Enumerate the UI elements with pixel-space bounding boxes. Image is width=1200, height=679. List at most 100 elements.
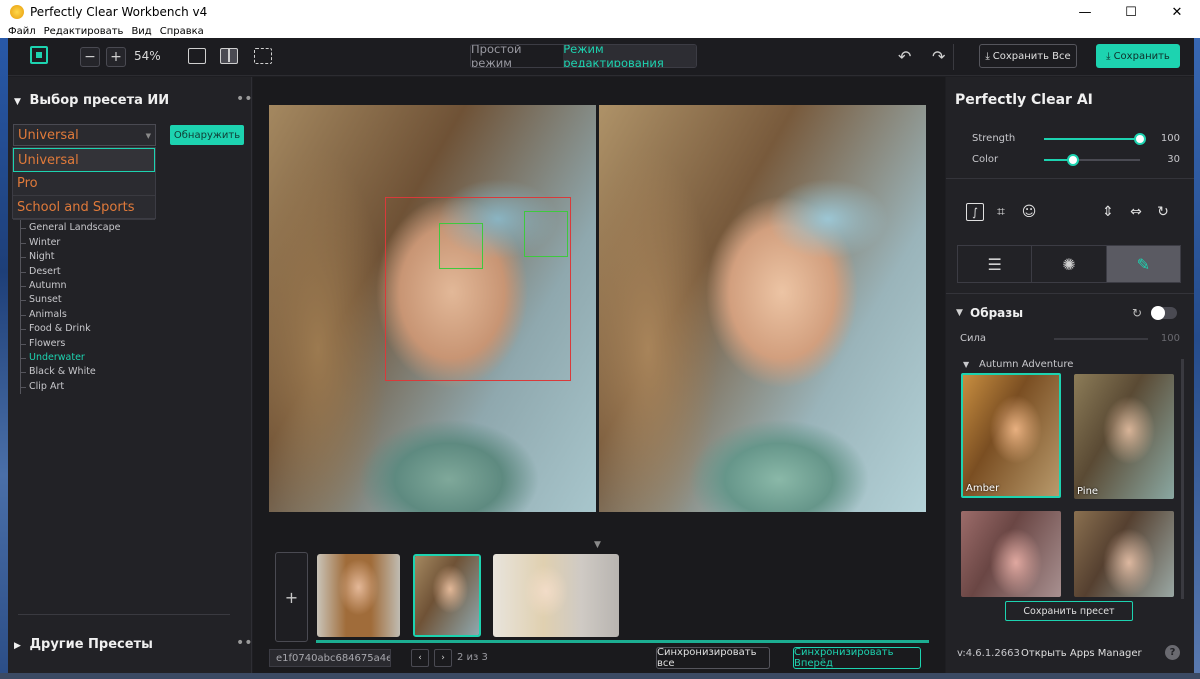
zoom-out-button[interactable]: −	[80, 47, 100, 67]
close-button[interactable]: ✕	[1154, 0, 1200, 24]
ai-preset-select[interactable]: Universal ▼	[13, 124, 156, 146]
category-item[interactable]: Flowers	[21, 337, 240, 351]
category-item-active[interactable]: Underwater	[21, 351, 240, 365]
look-thumbnail[interactable]	[961, 511, 1061, 597]
looks-toggle[interactable]	[1151, 306, 1177, 320]
reset-icon[interactable]: ↻	[1132, 306, 1142, 320]
collapse-caret-icon[interactable]: ▼	[956, 308, 963, 318]
flip-vertical-icon[interactable]: ⇕	[1099, 203, 1117, 221]
zoom-level: 54%	[134, 49, 161, 63]
help-icon[interactable]: ?	[1165, 645, 1180, 660]
simple-mode-tab[interactable]: Простой режим	[471, 45, 564, 67]
color-label: Color	[972, 154, 999, 165]
category-item[interactable]: General Landscape	[21, 221, 240, 235]
next-image-button[interactable]: ›	[434, 649, 452, 667]
category-item[interactable]: Black & White	[21, 365, 240, 379]
category-item[interactable]: Food & Drink	[21, 322, 240, 336]
after-image[interactable]	[599, 105, 926, 512]
category-item[interactable]: Desert	[21, 265, 240, 279]
look-thumbnail-amber[interactable]: Amber	[961, 373, 1061, 498]
file-name-select[interactable]: e1f0740abc684675a4e	[269, 649, 391, 667]
portrait-photo-after	[599, 105, 926, 512]
menu-edit[interactable]: Редактировать	[44, 26, 124, 37]
save-preset-button[interactable]: Сохранить пресет	[1005, 601, 1133, 621]
eye-detection-box	[439, 223, 483, 269]
window-title: Perfectly Clear Workbench v4	[30, 5, 208, 19]
thumbnail-image[interactable]	[493, 554, 619, 637]
category-item[interactable]: Clip Art	[21, 380, 240, 394]
curves-icon[interactable]: ∫	[966, 203, 984, 221]
redo-icon[interactable]: ↷	[932, 47, 945, 66]
look-label: Pine	[1077, 486, 1099, 497]
other-presets-header[interactable]: ▶ Другие Пресеты	[14, 637, 153, 652]
tab-palette-icon[interactable]: ✺	[1032, 246, 1107, 282]
minimize-button[interactable]: —	[1062, 0, 1108, 24]
window-titlebar: Perfectly Clear Workbench v4 — ☐ ✕	[0, 0, 1200, 24]
selected-preset: Universal	[18, 127, 79, 143]
look-thumbnail-pine[interactable]: Pine	[1074, 374, 1174, 499]
tab-sliders-icon[interactable]: ☰	[958, 246, 1033, 282]
app-logo-icon	[30, 46, 48, 64]
other-presets-title: Другие Пресеты	[29, 637, 153, 652]
compare-view-icon[interactable]	[254, 48, 272, 64]
category-item[interactable]: Sunset	[21, 293, 240, 307]
strength-slider-handle[interactable]	[1134, 133, 1146, 145]
dropdown-option-school-sports[interactable]: School and Sports	[13, 196, 155, 220]
rotate-icon[interactable]: ↻	[1154, 203, 1172, 221]
thumbnail-photo	[317, 554, 400, 637]
filmstrip-progress	[316, 640, 929, 643]
split-view-icon[interactable]	[220, 48, 238, 64]
menu-view[interactable]: Вид	[131, 26, 151, 37]
category-item[interactable]: Animals	[21, 308, 240, 322]
dropdown-option-pro[interactable]: Pro	[13, 172, 155, 196]
add-image-button[interactable]: +	[275, 552, 308, 642]
menu-help[interactable]: Справка	[160, 26, 204, 37]
prev-image-button[interactable]: ‹	[411, 649, 429, 667]
eye-detection-box	[524, 211, 568, 257]
look-thumbnail[interactable]	[1074, 511, 1174, 597]
preset-panel: ▼ Выбор пресета ИИ ••• Universal ▼ Обнар…	[8, 77, 261, 673]
undo-icon[interactable]: ↶	[898, 47, 911, 66]
dropdown-option-universal[interactable]: Universal	[13, 148, 155, 172]
zoom-in-button[interactable]: +	[106, 47, 126, 67]
edit-mode-tab[interactable]: Режим редактирования	[563, 45, 696, 67]
download-icon: ⤓	[985, 50, 990, 62]
look-strength-slider[interactable]	[1054, 338, 1148, 340]
detect-button[interactable]: Обнаружить	[170, 125, 244, 145]
look-photo	[1074, 374, 1174, 499]
save-button[interactable]: ⤓ Сохранить	[1096, 44, 1180, 68]
panel-title: Perfectly Clear AI	[955, 92, 1093, 108]
thumbnail-image-selected[interactable]	[413, 554, 481, 637]
crop-icon[interactable]: ⌗	[992, 203, 1010, 221]
tab-looks-icon[interactable]: ✎	[1106, 246, 1180, 282]
save-all-button[interactable]: ⤓ Сохранить Все	[979, 44, 1077, 68]
window-controls: — ☐ ✕	[1062, 0, 1200, 24]
single-view-icon[interactable]	[188, 48, 206, 64]
menu-file[interactable]: Файл	[8, 26, 36, 37]
open-apps-manager-link[interactable]: Открыть Apps Manager	[1021, 648, 1142, 659]
face-icon[interactable]: ☺	[1020, 203, 1038, 221]
look-group-title: Autumn Adventure	[979, 359, 1074, 370]
menu-bar: Файл Редактировать Вид Справка	[0, 24, 1200, 38]
category-item[interactable]: Autumn	[21, 279, 240, 293]
category-item[interactable]: Night	[21, 250, 240, 264]
look-label: Amber	[966, 483, 1000, 494]
flip-horizontal-icon[interactable]: ⇔	[1127, 203, 1145, 221]
mode-toggle: Простой режим Режим редактирования	[470, 44, 697, 68]
looks-section-title: Образы	[970, 306, 1024, 320]
sync-forward-button[interactable]: Синхронизировать Вперёд	[793, 647, 921, 669]
image-counter: 2 из 3	[457, 652, 488, 663]
looks-scrollbar[interactable]	[1181, 359, 1184, 599]
sync-all-button[interactable]: Синхронизировать все	[656, 647, 770, 669]
strength-slider[interactable]	[1044, 133, 1146, 145]
collapse-caret-icon[interactable]: ▼	[963, 360, 969, 369]
thumbnail-image[interactable]	[317, 554, 400, 637]
category-item[interactable]: Winter	[21, 236, 240, 250]
color-slider-handle[interactable]	[1066, 154, 1079, 166]
preset-dropdown-list: Universal Pro School and Sports	[12, 147, 156, 220]
preset-panel-header[interactable]: ▼ Выбор пресета ИИ	[14, 93, 169, 108]
before-image[interactable]	[269, 105, 596, 512]
panel-divider	[18, 614, 230, 615]
maximize-button[interactable]: ☐	[1108, 0, 1154, 24]
color-slider[interactable]	[1044, 154, 1140, 166]
